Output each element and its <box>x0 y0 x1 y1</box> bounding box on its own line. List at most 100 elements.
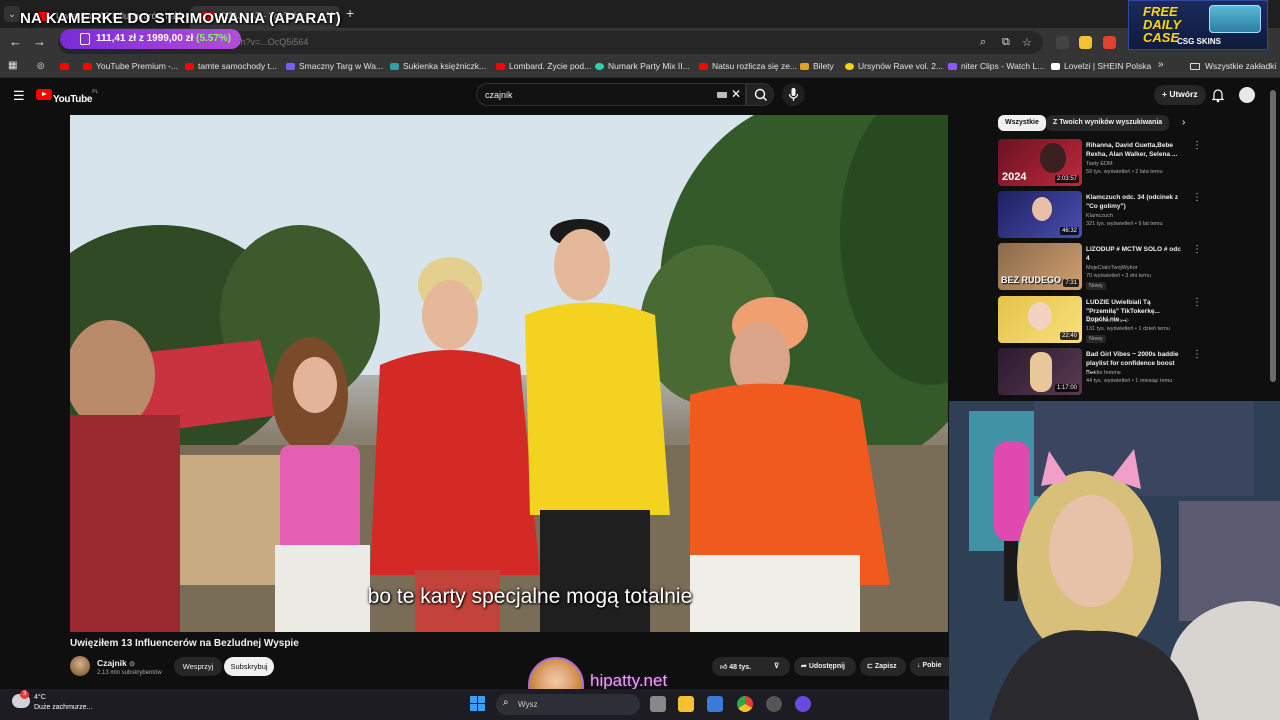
apps-grid-icon[interactable]: ▦ <box>8 60 17 71</box>
bookmark-item[interactable]: Numark Party Mix II... <box>595 61 690 71</box>
video-channel: Świat Internetu ⊙ <box>1086 318 1129 324</box>
extension-icon[interactable] <box>1079 36 1092 49</box>
video-title: LIZODUP # MCTW SOLO # odc 4 <box>1086 246 1181 262</box>
video-thumbnail: BEZ RUDEGO 7:31 <box>998 243 1082 290</box>
windows-start-button[interactable] <box>470 696 486 712</box>
download-button[interactable]: ↓ Pobie <box>910 657 950 676</box>
thumbnail-figure <box>1030 352 1052 392</box>
webcam-frame <box>949 401 1280 720</box>
subscribe-button[interactable]: Subskrybuj <box>224 657 274 676</box>
channel-name[interactable]: Czajnik ⊙ <box>97 658 135 668</box>
free-daily-case-ad[interactable]: FREE DAILY CASE CSG SKINS <box>1128 0 1268 50</box>
ad-brand: CSG SKINS <box>1177 37 1222 46</box>
bookmark-item[interactable]: Smaczny Targ w Wa... <box>286 61 383 71</box>
recommended-video[interactable]: BEZ RUDEGO 7:31 LIZODUP # MCTW SOLO # od… <box>998 243 1208 291</box>
share-screen-icon[interactable]: ⧉ <box>1002 36 1010 49</box>
bookmark-folder-icon[interactable]: ◎ <box>37 60 44 71</box>
channel-name-text: Czajnik <box>97 658 127 668</box>
taskbar-search[interactable]: ⌕ Wysz <box>496 694 640 715</box>
weather-description: Duże zachmurze... <box>34 704 93 711</box>
bookmarks-overflow-button[interactable]: » <box>1158 59 1164 70</box>
bookmark-item[interactable]: Sukienka księżniczk... <box>390 61 486 71</box>
verified-check-icon: ⊙ <box>1124 318 1129 324</box>
search-input[interactable] <box>485 88 705 102</box>
save-button[interactable]: ⊏ Zapisz <box>860 657 906 676</box>
join-button[interactable]: Wesprzyj <box>174 657 222 676</box>
video-thumbnail: 22:40 <box>998 296 1082 343</box>
create-button[interactable]: + Utwórz <box>1154 85 1206 105</box>
more-options-icon[interactable]: ⋮ <box>1192 192 1202 203</box>
youtube-icon <box>83 63 92 70</box>
extension-icon[interactable] <box>1056 36 1069 49</box>
video-meta: 70 wyświetleń • 3 dni temu <box>1086 273 1151 279</box>
recommended-video[interactable]: 46:32 Klamczuch odc. 34 (odcinek z "Co g… <box>998 191 1208 239</box>
video-meta: 131 tys. wyświetleń • 1 dzień temu <box>1086 326 1170 332</box>
bookmark-item[interactable]: Bilety <box>800 61 834 71</box>
price-tracker-badge[interactable]: 111,41 zł z 1999,00 zł (5.57%) <box>60 29 242 49</box>
site-icon <box>1051 63 1060 70</box>
bookmark-item[interactable]: Lombard. Życie pod... <box>496 61 591 71</box>
chevron-right-icon[interactable]: › <box>1182 117 1185 128</box>
extension-icon[interactable] <box>1103 36 1116 49</box>
new-badge: Nowy <box>1086 335 1106 343</box>
youtube-logo-text: YouTube <box>53 94 93 105</box>
streamer-webcam <box>949 401 1280 720</box>
recommended-video[interactable]: 1:17:00 Bad Girl Vibes ~ 2000s baddie pl… <box>998 348 1208 396</box>
bookmark-item[interactable]: tamte samochody t... <box>185 61 277 71</box>
voice-search-button[interactable] <box>782 83 805 106</box>
file-explorer-icon[interactable] <box>678 696 694 712</box>
site-icon <box>800 63 809 70</box>
user-avatar[interactable] <box>1239 87 1255 103</box>
share-button[interactable]: ➦ Udostępnij <box>794 657 856 676</box>
create-label: Utwórz <box>1169 89 1198 99</box>
clear-search-icon[interactable]: ✕ <box>731 87 741 101</box>
page-scrollbar[interactable] <box>1270 88 1276 400</box>
hamburger-menu-icon[interactable]: ☰ <box>13 88 25 104</box>
keyboard-icon[interactable] <box>717 92 727 98</box>
bookmark-item[interactable]: Natsu rozlicza się ze... <box>699 61 797 71</box>
bookmark-star-icon[interactable]: ☆ <box>1022 36 1032 49</box>
chip-all[interactable]: Wszystkie <box>998 115 1046 131</box>
dislike-button[interactable]: ⊽ <box>768 657 790 676</box>
recommended-video[interactable]: 22:40 LUDZIE Uwielbiali Tą "Przemiłą" Ti… <box>998 296 1208 344</box>
recommended-video[interactable]: 2024 2:03:57 Rihanna, David Guetta,Bebe … <box>998 139 1208 187</box>
steam-icon[interactable] <box>766 696 782 712</box>
notifications-bell-icon[interactable] <box>1211 87 1225 108</box>
channel-avatar[interactable] <box>70 656 90 676</box>
youtube-icon <box>699 63 708 70</box>
search-button[interactable] <box>746 83 774 106</box>
youtube-play-icon <box>36 89 52 100</box>
tab-search-menu[interactable]: ⌄ <box>4 6 20 22</box>
zoom-icon[interactable]: ⌕ <box>980 36 986 49</box>
scrollbar-thumb[interactable] <box>1270 90 1276 382</box>
thumbnail-text: 2024 <box>1002 171 1027 183</box>
bookmark-item[interactable]: Ursynów Rave vol. 2... <box>845 61 943 71</box>
video-duration: 2:03:57 <box>1054 175 1079 183</box>
bookmark-item[interactable]: niter Clips - Watch L... <box>948 61 1044 71</box>
chip-from-search[interactable]: Z Twoich wyników wyszukiwania <box>1046 115 1170 131</box>
more-options-icon[interactable]: ⋮ <box>1192 349 1202 360</box>
more-options-icon[interactable]: ⋮ <box>1192 244 1202 255</box>
task-view-icon[interactable] <box>650 696 666 712</box>
back-button[interactable]: ← <box>9 34 22 49</box>
video-player[interactable]: bo te karty specjalne mogą totalnie <box>70 115 948 632</box>
app-icon[interactable] <box>795 696 811 712</box>
price-separator: z <box>138 33 147 44</box>
forward-button[interactable]: → <box>33 34 46 49</box>
bookmark-item[interactable] <box>60 61 73 71</box>
bookmark-label: Natsu rozlicza się ze... <box>712 61 798 71</box>
folder-icon <box>1190 63 1200 70</box>
youtube-logo[interactable]: YouTubePL <box>36 89 98 105</box>
bookmark-item[interactable]: YouTube Premium -... <box>83 61 178 71</box>
bookmark-item[interactable]: Lovelzi | SHEIN Polska <box>1051 61 1151 71</box>
bookmark-label: niter Clips - Watch L... <box>961 61 1045 71</box>
more-options-icon[interactable]: ⋮ <box>1192 297 1202 308</box>
store-icon[interactable] <box>707 696 723 712</box>
new-tab-button[interactable]: + <box>346 5 354 21</box>
all-bookmarks-button[interactable]: Wszystkie zakładki <box>1190 61 1276 71</box>
video-title: Rihanna, David Guetta,Bebe Rexha, Alan W… <box>1086 142 1178 158</box>
chrome-icon[interactable] <box>737 696 753 712</box>
more-options-icon[interactable]: ⋮ <box>1192 140 1202 151</box>
thumbnail-text: BEZ RUDEGO <box>1001 275 1062 285</box>
subscriber-count: 2,13 mln subskrybentów <box>97 670 162 676</box>
